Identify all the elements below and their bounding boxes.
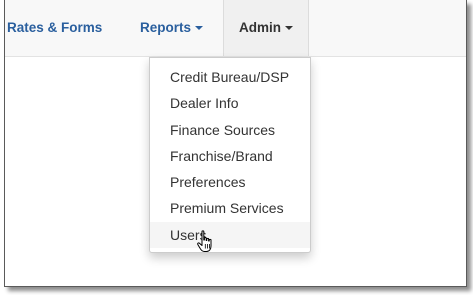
nav-reports-dropdown[interactable]: Reports <box>140 0 204 56</box>
caret-down-icon <box>195 26 204 31</box>
menu-item-label: Dealer Info <box>170 95 239 112</box>
menu-item-dealer-info[interactable]: Dealer Info <box>150 90 310 116</box>
menu-item-preferences[interactable]: Preferences <box>150 169 310 195</box>
menu-item-label: Finance Sources <box>170 121 276 138</box>
menu-item-credit-bureau[interactable]: Credit Bureau/DSP <box>150 64 310 90</box>
menu-item-label: Franchise/Brand <box>170 147 273 164</box>
nav-rates-forms[interactable]: Rates & Forms <box>5 0 102 56</box>
nav-rates-forms-label: Rates & Forms <box>7 20 103 35</box>
menu-item-label: Preferences <box>170 174 246 191</box>
menu-item-franchise-brand[interactable]: Franchise/Brand <box>150 143 310 169</box>
menu-item-label: Premium Services <box>170 200 284 217</box>
menu-item-finance-sources[interactable]: Finance Sources <box>150 117 310 143</box>
menu-item-premium-services[interactable]: Premium Services <box>150 195 310 221</box>
screenshot-frame: Rates & Forms Reports Admin Credit Burea… <box>4 0 467 287</box>
menu-item-users[interactable]: Users <box>150 221 310 252</box>
nav-admin-label: Admin <box>239 20 281 35</box>
hand-pointer-icon <box>197 230 212 252</box>
admin-dropdown-menu: Credit Bureau/DSP Dealer Info Finance So… <box>149 57 311 254</box>
caret-down-icon <box>285 26 293 31</box>
top-navbar: Rates & Forms Reports Admin <box>5 0 466 57</box>
nav-admin-dropdown[interactable]: Admin <box>223 0 309 56</box>
menu-item-label: Credit Bureau/DSP <box>170 69 290 85</box>
nav-reports-label: Reports <box>140 20 192 35</box>
